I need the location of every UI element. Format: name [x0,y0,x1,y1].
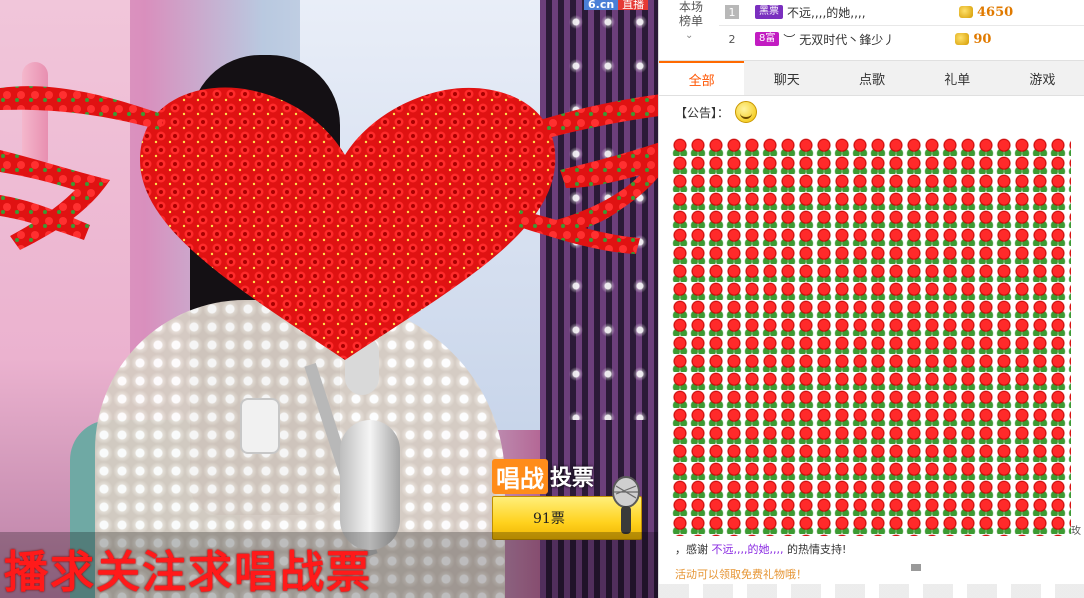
sing-battle-vote-widget[interactable]: 唱战 投票 91票 [492,458,652,542]
rank-score: 90 [973,31,992,47]
ranking-row[interactable]: 2 8富 ︶ 无双时代丶鋒少丿 90 [725,27,1084,51]
live-badge: 直播 [618,0,649,10]
rose-heart-gift-effect [0,86,658,360]
coin-icon [959,6,973,18]
chat-message: ，感谢 不远,,,,的她,,,, 的热情支持! [675,541,846,557]
site-logo: 6.cn [584,0,619,10]
coin-icon [955,33,970,45]
ranking-divider [719,25,1084,26]
thanks-prefix: ，感谢 [675,543,708,556]
smile-emoji-icon [735,101,758,123]
rank-number: 2 [728,32,736,46]
rank-score: 4650 [977,4,1014,20]
vote-title-text: 投票 [550,466,595,491]
user-level-badge: 8富 [755,32,780,46]
studio-microphone [340,420,400,550]
heart-shape [140,87,556,360]
tab-all[interactable]: 全部 [659,61,745,95]
vote-title-highlight: 唱战 [492,458,548,494]
rose-gift-display [671,138,1071,536]
microphone-icon [612,476,640,534]
chevron-down-icon[interactable]: ⌄ [685,30,693,41]
ranking-label-line1: 本场 [678,0,703,14]
video-caption-bar: 播求关注求唱战票 [0,532,658,598]
gift-name-label: 玫 [1071,526,1081,537]
site-badge: 6.cn 直播 [584,0,649,10]
ranking-row[interactable]: 1 黑票 不远,,,,的她,,,, 4650 [725,0,1084,24]
thanks-user-link[interactable]: 不远,,,,的她,,,, [712,543,784,556]
collapse-icon[interactable] [911,564,921,571]
user-name[interactable]: ︶ 无双时代丶鋒少丿 [783,31,943,48]
vote-count: 91票 [533,511,565,527]
video-caption: 播求关注求唱战票 [4,547,372,598]
tab-chat[interactable]: 聊天 [744,61,829,95]
tab-games[interactable]: 游戏 [1000,61,1084,95]
rank-number: 1 [725,5,739,19]
tab-song-request[interactable]: 点歌 [829,61,914,95]
chat-notice: 【公告】： [675,101,758,123]
chat-panel: 本场 榜单 ⌄ 1 黑票 不远,,,,的她,,,, 4650 2 8富 ︶ 无双… [658,0,1084,598]
vote-title: 唱战 投票 [492,458,594,494]
user-name[interactable]: 不远,,,,的她,,,, [787,4,947,21]
wrist-watch [240,398,280,454]
ranking-label[interactable]: 本场 榜单 [673,0,709,28]
live-video-stream[interactable]: 6.cn 直播 唱战 投票 91票 播求关注求唱战票 [0,0,658,598]
user-level-badge: 黑票 [755,5,783,19]
notice-label: 【公告】： [675,105,730,120]
ranking-label-line2: 榜单 [678,14,703,28]
thanks-suffix: 的热情支持! [786,543,847,556]
tab-gift-list[interactable]: 礼单 [915,61,1000,95]
chat-footer [659,584,1084,598]
activity-message[interactable]: 活动可以领取免费礼物哦！ [675,566,807,582]
chat-tabs: 全部 聊天 点歌 礼单 游戏 [659,60,1084,96]
